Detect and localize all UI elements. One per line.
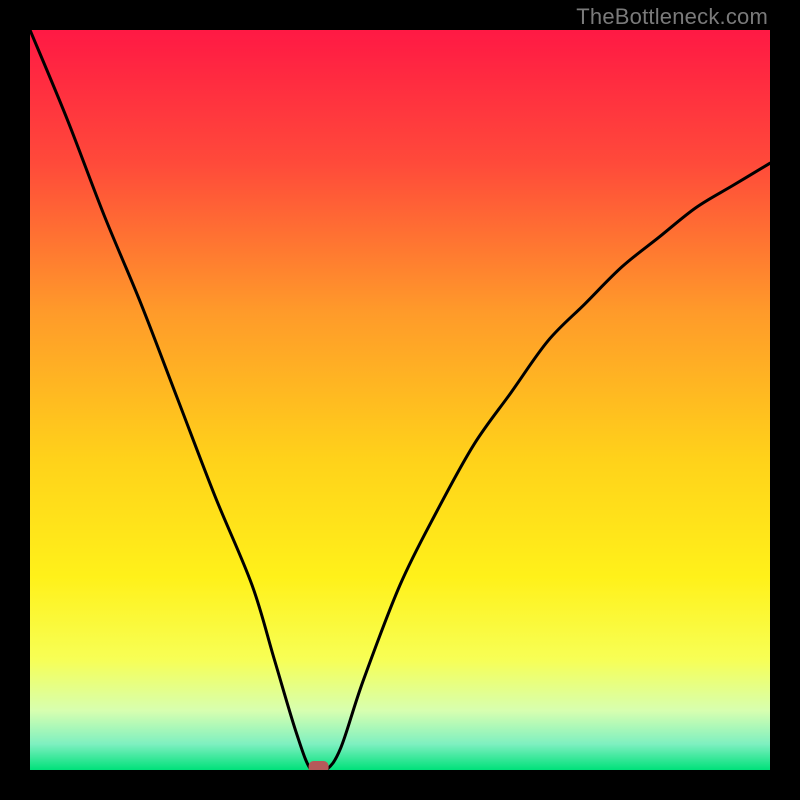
chart-frame: [30, 30, 770, 770]
bottleneck-chart: [30, 30, 770, 770]
gradient-background: [30, 30, 770, 770]
optimal-point-marker: [309, 761, 329, 770]
watermark-text: TheBottleneck.com: [576, 4, 768, 30]
